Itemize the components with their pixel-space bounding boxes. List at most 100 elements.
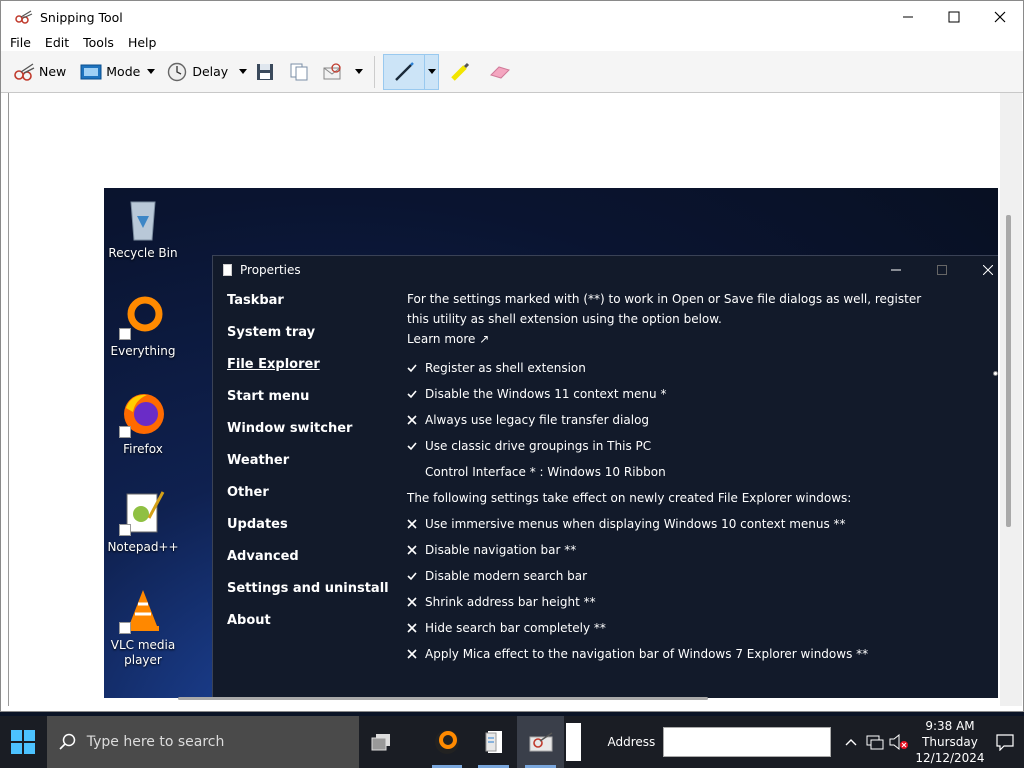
menu-edit[interactable]: Edit	[45, 35, 69, 50]
properties-window: Properties Taskbar System tray File Expl…	[212, 255, 998, 698]
option-label: Always use legacy file transfer dialog	[425, 413, 650, 427]
shortcut-arrow-icon	[119, 426, 131, 438]
mode-button[interactable]: Mode	[76, 56, 144, 88]
close-button[interactable]	[977, 1, 1023, 33]
pen-dropdown[interactable]	[425, 53, 440, 90]
desktop-icon-notepadpp[interactable]: Notepad++	[104, 488, 188, 555]
option-row[interactable]: Control Interface * : Windows 10 Ribbon	[407, 459, 927, 485]
option-row[interactable]: Apply Mica effect to the navigation bar …	[407, 641, 927, 667]
eraser-button[interactable]	[485, 56, 519, 88]
properties-app-icon	[485, 731, 502, 753]
pen-button[interactable]	[383, 53, 426, 90]
network-button[interactable]	[863, 730, 887, 754]
nav-system-tray[interactable]: System tray	[227, 324, 397, 356]
taskbar-app-snipping-tool[interactable]	[517, 716, 564, 768]
resize-handle[interactable]	[993, 371, 998, 376]
volume-muted-icon	[889, 734, 908, 750]
recycle-bin-icon	[130, 201, 156, 241]
option-row[interactable]: Disable navigation bar **	[407, 537, 927, 563]
notification-button[interactable]	[985, 733, 1024, 751]
desktop-icon-vlc[interactable]: VLC media player	[104, 586, 188, 668]
send-button[interactable]	[318, 56, 352, 88]
properties-maximize-button[interactable]	[919, 256, 965, 284]
task-view-button[interactable]	[359, 716, 406, 768]
delay-button[interactable]: Delay	[162, 56, 232, 88]
option-row[interactable]: Disable the Windows 11 context menu *	[407, 381, 927, 407]
everything-icon	[434, 730, 459, 754]
nav-about[interactable]: About	[227, 612, 397, 644]
checkmark-icon	[407, 442, 417, 451]
chevron-down-icon	[239, 69, 248, 74]
properties-minimize-button[interactable]	[873, 256, 919, 284]
horizontal-scrollbar-thumb[interactable]	[178, 697, 708, 700]
option-row[interactable]: Disable modern search bar	[407, 563, 927, 589]
volume-button[interactable]	[887, 730, 911, 754]
option-label: Disable navigation bar **	[425, 543, 577, 557]
option-row[interactable]: Always use legacy file transfer dialog	[407, 407, 927, 433]
scrollbar-thumb[interactable]	[1006, 215, 1011, 527]
option-label: Apply Mica effect to the navigation bar …	[425, 647, 869, 661]
nav-updates[interactable]: Updates	[227, 516, 397, 548]
notification-icon	[995, 734, 1014, 751]
mode-dropdown[interactable]	[144, 62, 158, 82]
desktop-icon-everything[interactable]: Everything	[104, 292, 188, 359]
nav-advanced[interactable]: Advanced	[227, 548, 397, 580]
nav-start-menu[interactable]: Start menu	[227, 388, 397, 420]
eraser-icon	[490, 65, 511, 79]
taskbar-app-everything[interactable]	[424, 716, 471, 768]
cross-icon	[407, 545, 417, 555]
save-icon	[257, 63, 274, 80]
delay-dropdown[interactable]	[236, 62, 250, 82]
nav-window-switcher[interactable]: Window switcher	[227, 420, 397, 452]
new-button[interactable]: New	[9, 56, 70, 88]
tray-overflow-button[interactable]	[839, 730, 863, 754]
cross-icon	[407, 519, 417, 529]
menu-help[interactable]: Help	[128, 35, 157, 50]
option-row[interactable]: Use classic drive groupings in This PC	[407, 433, 927, 459]
properties-close-button[interactable]	[965, 256, 998, 284]
title-bar[interactable]: Snipping Tool	[1, 1, 1023, 33]
toolbar-separator	[374, 55, 376, 88]
taskbar-clock[interactable]: 9:38 AM Thursday 12/12/2024	[915, 718, 985, 766]
clock-time: 9:38 AM	[925, 719, 975, 733]
clock-icon	[168, 62, 187, 81]
properties-content: For the settings marked with (**) to wor…	[407, 289, 927, 667]
mode-label: Mode	[106, 64, 141, 79]
highlighter-button[interactable]	[445, 56, 479, 88]
taskbar-app-properties[interactable]	[470, 716, 517, 768]
option-label: Use immersive menus when displaying Wind…	[425, 517, 846, 531]
option-label: Shrink address bar height **	[425, 595, 596, 609]
option-row[interactable]: Shrink address bar height **	[407, 589, 927, 615]
captured-desktop: Recycle Bin Everything Firefox Notepad++…	[104, 188, 998, 698]
maximize-button[interactable]	[931, 1, 977, 33]
nav-taskbar[interactable]: Taskbar	[227, 292, 397, 324]
menu-tools[interactable]: Tools	[83, 35, 114, 50]
new-label: New	[39, 64, 67, 79]
taskbar-app-blank[interactable]	[565, 723, 582, 761]
vertical-scrollbar[interactable]	[993, 93, 1022, 706]
chevron-down-icon	[427, 69, 436, 74]
cross-icon	[407, 597, 417, 607]
nav-settings-and-uninstall[interactable]: Settings and uninstall	[227, 580, 397, 612]
desktop-icon-recycle-bin[interactable]: Recycle Bin	[104, 194, 188, 261]
copy-button[interactable]	[284, 56, 318, 88]
send-dropdown[interactable]	[352, 62, 366, 82]
start-button[interactable]	[0, 716, 47, 768]
option-row[interactable]: Register as shell extension	[407, 355, 927, 381]
snipping-tool-icon	[529, 732, 552, 752]
learn-more-link[interactable]: Learn more ↗	[407, 329, 927, 349]
nav-file-explorer[interactable]: File Explorer	[227, 356, 397, 388]
nav-weather[interactable]: Weather	[227, 452, 397, 484]
menu-file[interactable]: File	[10, 35, 31, 50]
address-input[interactable]	[663, 727, 831, 757]
option-label: Register as shell extension	[425, 361, 586, 375]
desktop-icon-label: Firefox	[123, 442, 163, 456]
option-row[interactable]: Hide search bar completely **	[407, 615, 927, 641]
properties-title-bar[interactable]: Properties	[213, 256, 998, 284]
option-row[interactable]: Use immersive menus when displaying Wind…	[407, 511, 927, 537]
desktop-icon-firefox[interactable]: Firefox	[104, 390, 188, 457]
taskbar-search-box[interactable]: Type here to search	[46, 716, 359, 768]
minimize-button[interactable]	[885, 1, 931, 33]
nav-other[interactable]: Other	[227, 484, 397, 516]
save-button[interactable]	[250, 56, 284, 88]
